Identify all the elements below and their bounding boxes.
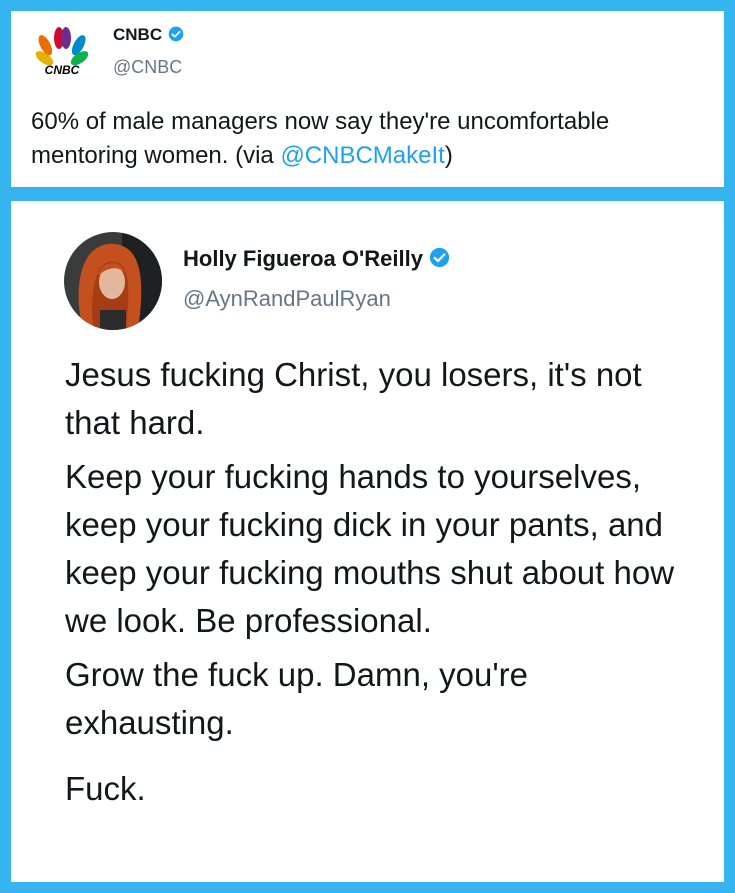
tweet-paragraph: Fuck.: [65, 770, 146, 807]
verified-badge-icon: [429, 247, 450, 274]
mention-link[interactable]: @CNBCMakeIt: [280, 142, 444, 169]
cnbc-logo-icon[interactable]: CNBC: [33, 27, 91, 77]
author-name[interactable]: Holly Figueroa O'Reilly: [183, 246, 450, 274]
tweet-text: Jesus fucking Christ, you losers, it's n…: [65, 351, 685, 813]
tweet-paragraph: Grow the fuck up. Damn, you're exhaustin…: [65, 656, 528, 741]
cnbc-logo-text: CNBC: [45, 63, 80, 75]
avatar[interactable]: [64, 232, 162, 330]
author-handle[interactable]: @CNBC: [113, 57, 182, 78]
verified-badge-icon: [168, 26, 184, 47]
author-name-text[interactable]: CNBC: [113, 25, 162, 44]
reply-tweet-card: Holly Figueroa O'Reilly @AynRandPaulRyan…: [11, 201, 724, 882]
cnbc-tweet-card: CNBC CNBC @CNBC 60% of male managers now…: [11, 11, 724, 187]
tweet-text-part: ): [444, 142, 453, 169]
author-name-text[interactable]: Holly Figueroa O'Reilly: [183, 246, 423, 271]
avatar-photo-icon: [64, 232, 162, 330]
author-handle[interactable]: @AynRandPaulRyan: [183, 286, 391, 312]
tweet-paragraph: Keep your fucking hands to yourselves, k…: [65, 458, 675, 639]
tweet-text: 60% of male managers now say they're unc…: [31, 105, 711, 173]
tweet-paragraph: Jesus fucking Christ, you losers, it's n…: [65, 356, 642, 441]
author-name[interactable]: CNBC: [113, 25, 184, 47]
